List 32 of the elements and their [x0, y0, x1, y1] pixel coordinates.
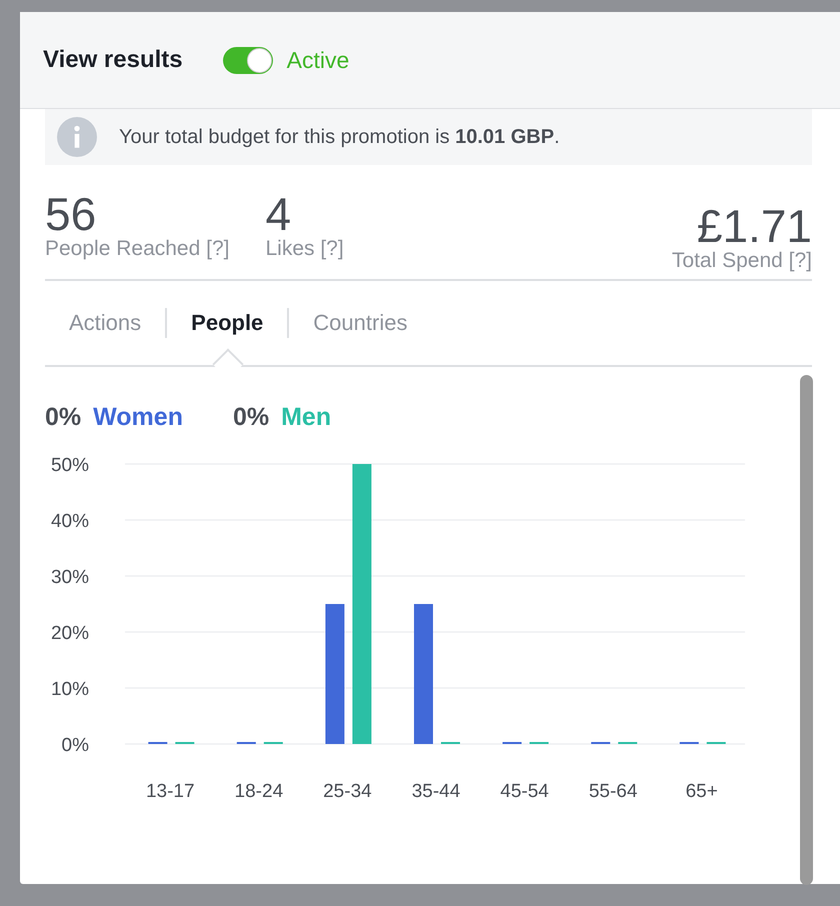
x-tick-label: 25-34: [323, 781, 372, 802]
stat-value: 4: [265, 191, 292, 237]
y-tick-label: 50%: [50, 455, 89, 476]
budget-text: Your total budget for this promotion is 10.01 GBP.: [119, 126, 560, 148]
stat-label: Likes [?]: [265, 237, 344, 261]
y-tick-label: 30%: [50, 567, 89, 588]
legend-label: Women: [93, 403, 183, 432]
y-tick-label: 10%: [50, 679, 89, 700]
scrollbar[interactable]: [800, 375, 813, 885]
legend-percent: 0%: [232, 403, 270, 432]
stat-label: People Reached [?]: [45, 237, 230, 261]
x-tick-label: 13-17: [146, 781, 195, 802]
x-tick-label: 35-44: [412, 781, 460, 802]
legend-percent: 0%: [45, 403, 82, 432]
results-tab[interactable]: Actions: [69, 310, 142, 336]
x-tick-label: 65+: [686, 781, 718, 802]
dialog-title: View results: [43, 46, 183, 74]
stat-value: £1.71: [696, 203, 812, 249]
stat-label: Total Spend [?]: [672, 249, 812, 273]
x-tick-label: 55-64: [588, 781, 638, 802]
toggle-label: Active: [286, 46, 350, 74]
results-tab[interactable]: People: [191, 310, 264, 336]
x-tick-label: 45-54: [500, 781, 549, 802]
y-tick-label: 40%: [50, 511, 89, 532]
info-icon: [57, 117, 97, 157]
active-toggle[interactable]: [222, 46, 273, 74]
stat-value: 56: [45, 191, 96, 237]
x-tick-label: 18-24: [234, 781, 284, 802]
y-tick-label: 20%: [50, 623, 89, 644]
legend-label: Men: [281, 403, 332, 432]
y-tick-label: 0%: [62, 735, 89, 756]
results-tab[interactable]: Countries: [313, 310, 408, 336]
